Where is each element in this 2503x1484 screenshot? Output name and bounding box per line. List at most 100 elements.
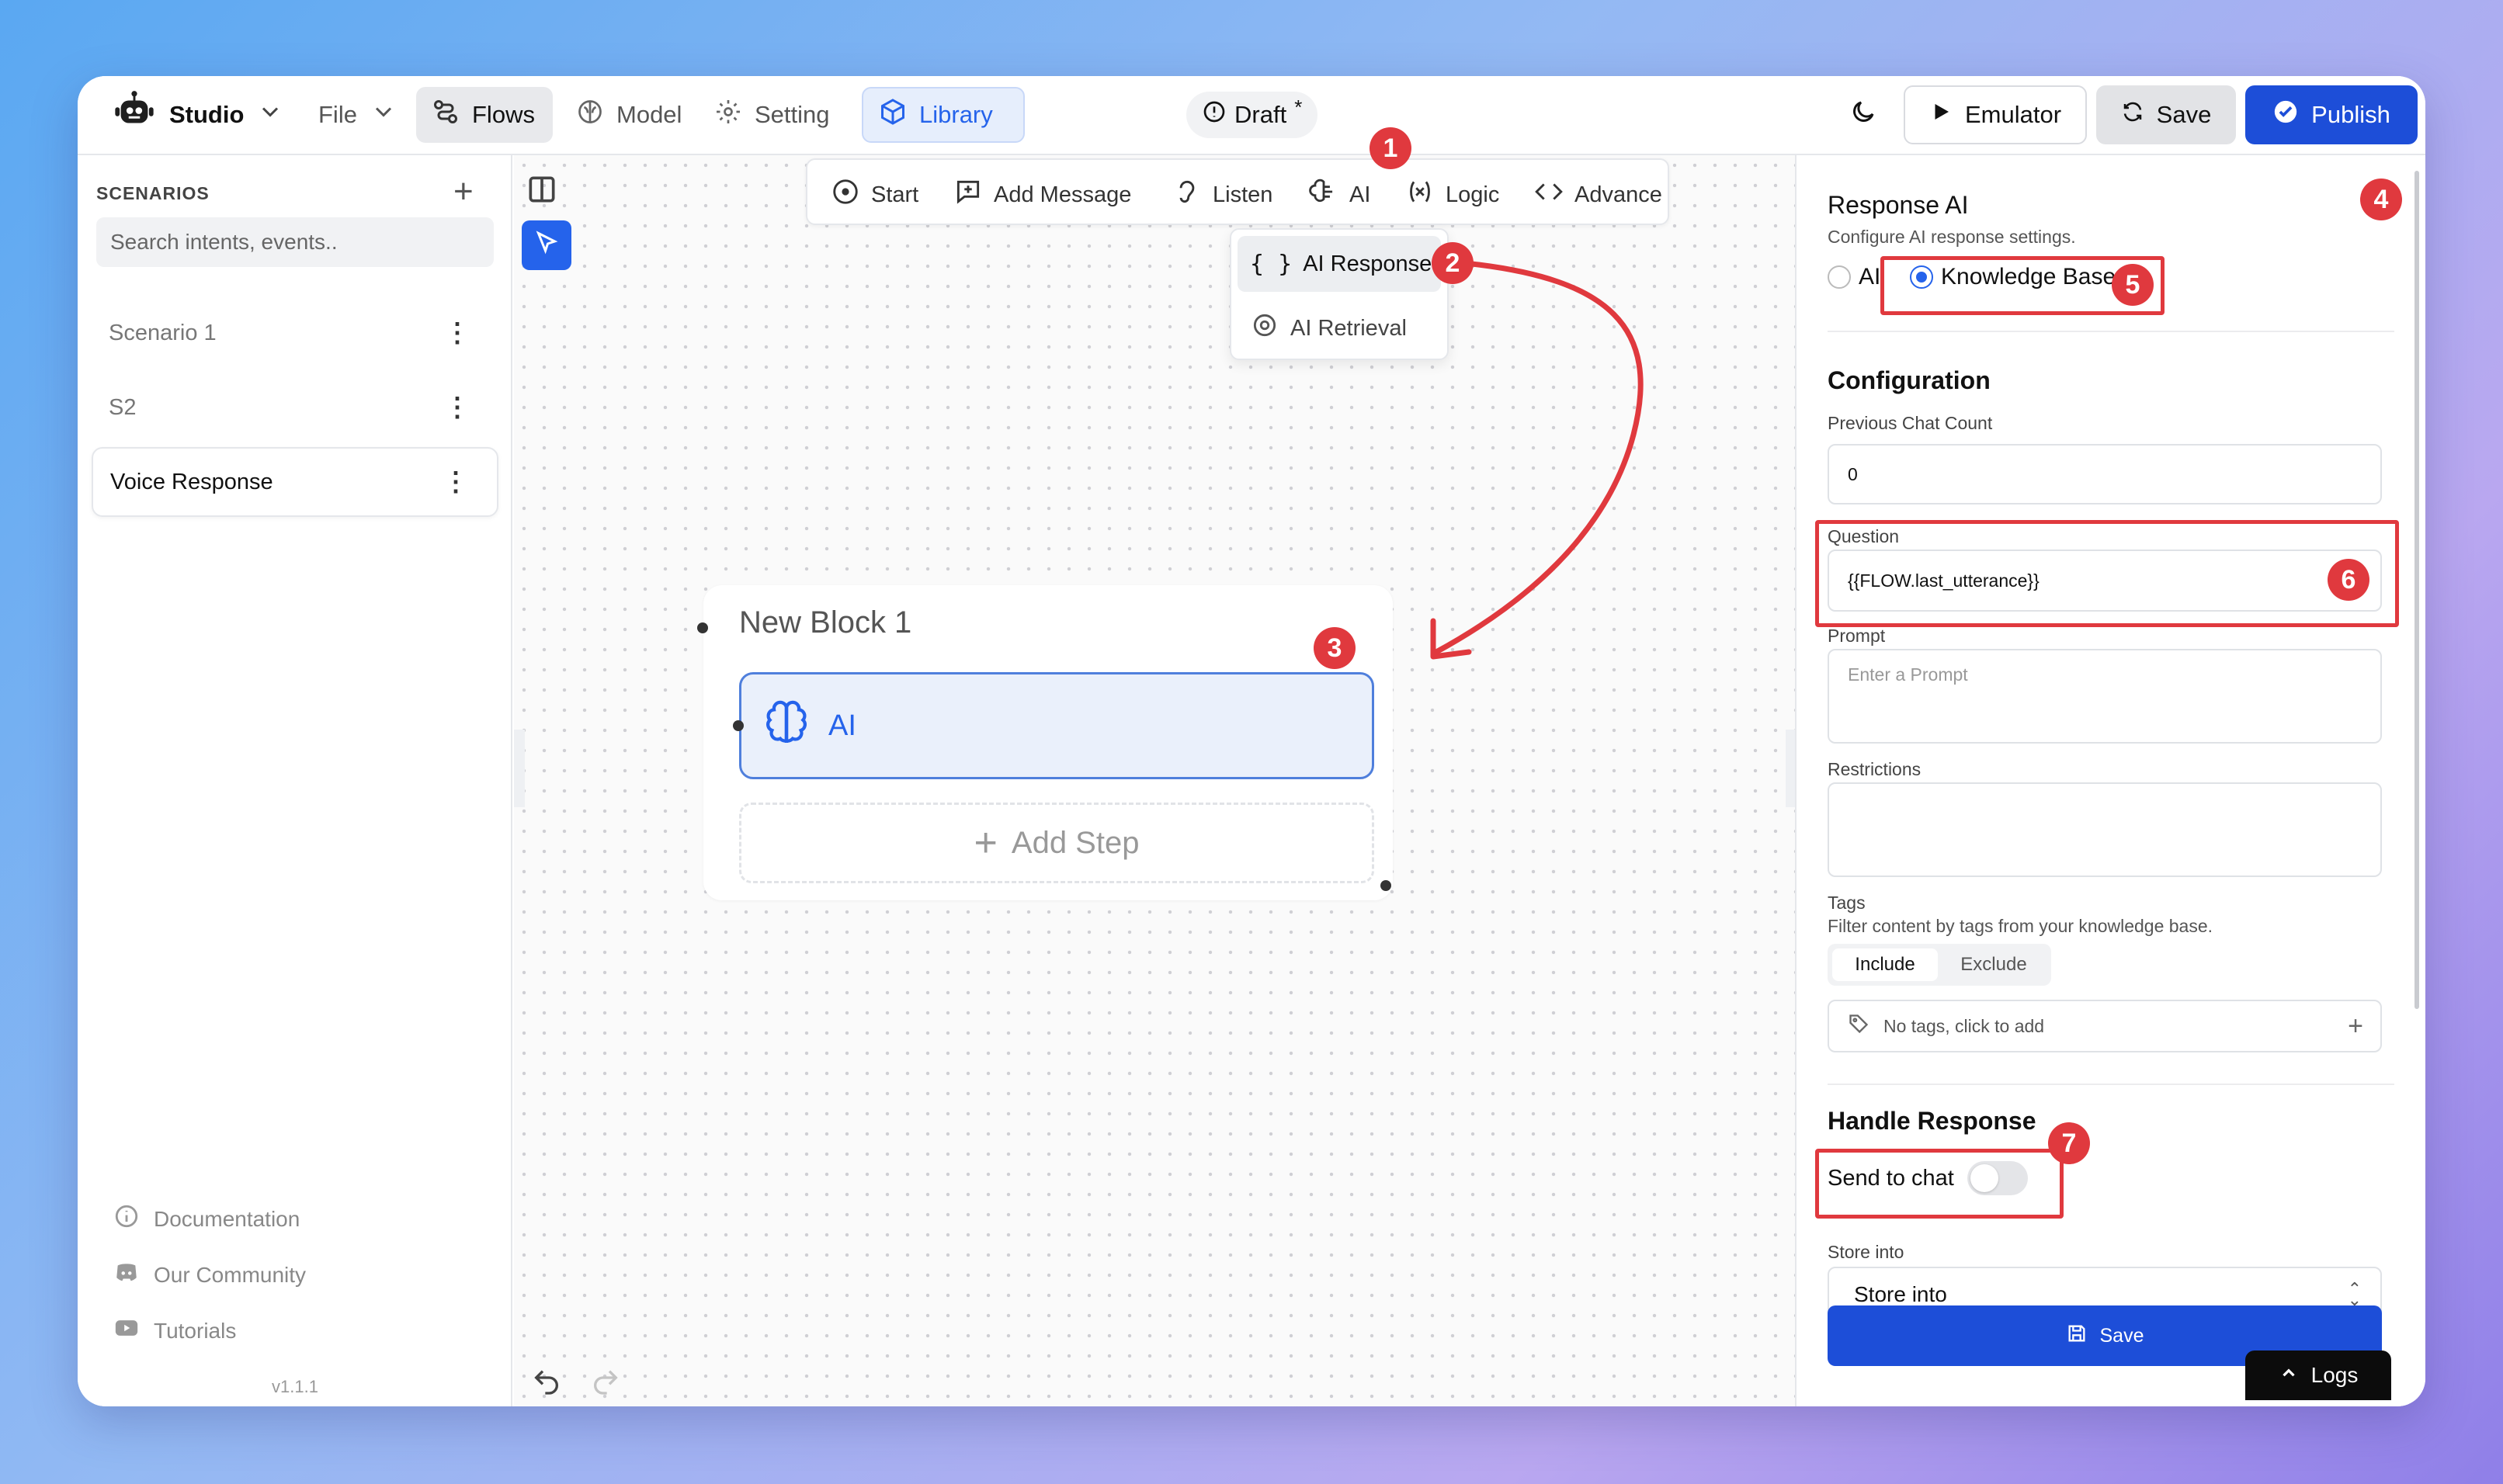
code-icon bbox=[1534, 177, 1564, 213]
scenario-search-input[interactable]: Search intents, events.. bbox=[96, 217, 494, 267]
file-label: File bbox=[318, 101, 357, 128]
more-vertical-icon[interactable]: ⋮ bbox=[444, 392, 470, 423]
tags-label: Tags bbox=[1828, 893, 1866, 913]
community-link[interactable]: Our Community bbox=[113, 1259, 306, 1291]
toolbar-logic[interactable]: Logic bbox=[1405, 177, 1499, 213]
theme-toggle[interactable] bbox=[1834, 87, 1893, 143]
flow-block[interactable]: New Block 1 AI + Add Step bbox=[697, 585, 1393, 900]
cube-icon bbox=[879, 98, 907, 132]
redo-icon[interactable] bbox=[590, 1366, 621, 1397]
sidebar-resize-handle[interactable] bbox=[514, 730, 525, 807]
step-handle[interactable] bbox=[733, 720, 744, 731]
add-tag-plus-icon[interactable]: + bbox=[2348, 1011, 2363, 1042]
start-label: Start bbox=[871, 182, 919, 207]
gear-icon bbox=[1250, 310, 1279, 346]
annotation-badge: 1 bbox=[1370, 127, 1411, 169]
youtube-icon bbox=[113, 1315, 140, 1347]
tag-icon bbox=[1848, 1013, 1869, 1039]
save-button[interactable]: Save bbox=[2096, 85, 2236, 144]
menu-item-ai-response[interactable]: { } AI Response bbox=[1238, 236, 1441, 292]
refresh-icon bbox=[2121, 100, 2144, 130]
ai-step[interactable]: AI bbox=[739, 672, 1374, 779]
panel-scrollbar[interactable] bbox=[2414, 171, 2419, 1009]
logs-label: Logs bbox=[2310, 1363, 2359, 1387]
more-vertical-icon[interactable]: ⋮ bbox=[443, 466, 469, 498]
store-into-value: Store into bbox=[1854, 1282, 1947, 1306]
message-plus-icon bbox=[953, 177, 983, 213]
tab-setting[interactable]: Setting bbox=[699, 87, 845, 143]
no-tags-label: No tags, click to add bbox=[1883, 1015, 2045, 1036]
panel-subtitle: Configure AI response settings. bbox=[1828, 227, 2076, 247]
check-circle-icon bbox=[2272, 99, 2299, 131]
annotation-badge: 7 bbox=[2048, 1122, 2090, 1164]
gear-icon bbox=[714, 98, 742, 132]
tab-flows[interactable]: Flows bbox=[416, 87, 553, 143]
response-ai-panel: Response AI Configure AI response settin… bbox=[1795, 155, 2425, 1406]
discord-icon bbox=[113, 1259, 140, 1291]
radio-ai-label: AI bbox=[1859, 264, 1881, 290]
menu-item-ai-retrieval[interactable]: AI Retrieval bbox=[1250, 310, 1407, 346]
draft-label: Draft bbox=[1234, 101, 1287, 128]
panel-save-label: Save bbox=[2099, 1324, 2144, 1347]
documentation-link[interactable]: Documentation bbox=[113, 1203, 300, 1235]
store-into-label: Store into bbox=[1828, 1242, 1904, 1262]
prev-chat-count-input[interactable]: 0 bbox=[1828, 444, 2382, 504]
tutorials-label: Tutorials bbox=[154, 1318, 237, 1343]
node-toolbar: Start Add Message Listen AI Logic Advanc… bbox=[806, 158, 1669, 225]
plus-icon: + bbox=[974, 820, 998, 865]
tab-model[interactable]: Model bbox=[561, 87, 697, 143]
scenario-label: Voice Response bbox=[110, 469, 273, 494]
divider bbox=[1828, 1084, 2394, 1085]
scenario-item[interactable]: S2 ⋮ bbox=[92, 373, 498, 442]
toolbar-listen[interactable]: Listen bbox=[1172, 177, 1272, 213]
toolbar-add-message[interactable]: Add Message bbox=[953, 177, 1131, 213]
panel-resize-handle[interactable] bbox=[1786, 730, 1795, 807]
top-bar: Studio File Flows Model Setting Library … bbox=[78, 76, 2425, 155]
publish-button[interactable]: Publish bbox=[2245, 85, 2418, 144]
moon-icon bbox=[1849, 98, 1877, 132]
radio-ai[interactable]: AI bbox=[1828, 264, 1880, 290]
flows-label: Flows bbox=[472, 101, 535, 128]
undo-icon[interactable] bbox=[531, 1366, 562, 1397]
documentation-label: Documentation bbox=[154, 1206, 300, 1231]
tags-mode-toggle: Include Exclude bbox=[1828, 944, 2051, 986]
block-input-handle[interactable] bbox=[697, 622, 708, 633]
flow-canvas[interactable]: Start Add Message Listen AI Logic Advanc… bbox=[514, 155, 1795, 1406]
annotation-badge: 6 bbox=[2328, 559, 2369, 601]
tutorials-link[interactable]: Tutorials bbox=[113, 1315, 236, 1347]
logs-button[interactable]: Logs bbox=[2245, 1351, 2391, 1400]
prev-chat-label: Previous Chat Count bbox=[1828, 413, 1993, 433]
include-tab[interactable]: Include bbox=[1832, 948, 1938, 981]
chevron-down-icon bbox=[256, 98, 284, 132]
toolbar-start[interactable]: Start bbox=[831, 177, 918, 213]
add-step-button[interactable]: + Add Step bbox=[739, 803, 1374, 883]
scenario-item[interactable]: Scenario 1 ⋮ bbox=[92, 298, 498, 368]
sidebar-toggle-icon[interactable] bbox=[525, 172, 559, 206]
exclude-tab[interactable]: Exclude bbox=[1941, 948, 2046, 981]
library-label: Library bbox=[919, 101, 993, 128]
save-label: Save bbox=[2156, 101, 2212, 128]
annotation-box-send-to-chat bbox=[1815, 1149, 2064, 1219]
more-vertical-icon[interactable]: ⋮ bbox=[444, 317, 470, 348]
ai-retrieval-label: AI Retrieval bbox=[1290, 315, 1407, 341]
publish-label: Publish bbox=[2311, 101, 2390, 128]
brain-circuit-icon bbox=[1309, 177, 1338, 213]
restrictions-textarea[interactable] bbox=[1828, 782, 2382, 877]
annotation-badge: 3 bbox=[1314, 627, 1356, 669]
ai-response-label: AI Response bbox=[1303, 251, 1432, 276]
toolbar-ai[interactable]: AI bbox=[1309, 177, 1370, 213]
emulator-button[interactable]: Emulator bbox=[1904, 85, 2087, 144]
scenario-item-active[interactable]: Voice Response ⋮ bbox=[92, 447, 498, 517]
variable-icon bbox=[1405, 177, 1435, 213]
tab-library[interactable]: Library bbox=[862, 87, 1025, 143]
toolbar-advance[interactable]: Advance bbox=[1534, 177, 1662, 213]
chevron-updown-icon: ⌃ ⌄ bbox=[2347, 1279, 2362, 1309]
add-scenario-plus-icon[interactable]: + bbox=[453, 172, 474, 211]
file-menu[interactable]: File bbox=[303, 87, 413, 143]
tags-input[interactable]: No tags, click to add + bbox=[1828, 1000, 2382, 1052]
studio-menu[interactable]: Studio bbox=[96, 87, 300, 143]
block-output-handle[interactable] bbox=[1380, 880, 1391, 891]
select-tool-button[interactable] bbox=[522, 220, 571, 270]
prompt-textarea[interactable]: Enter a Prompt bbox=[1828, 649, 2382, 744]
cursor-arrow-icon bbox=[533, 230, 561, 262]
